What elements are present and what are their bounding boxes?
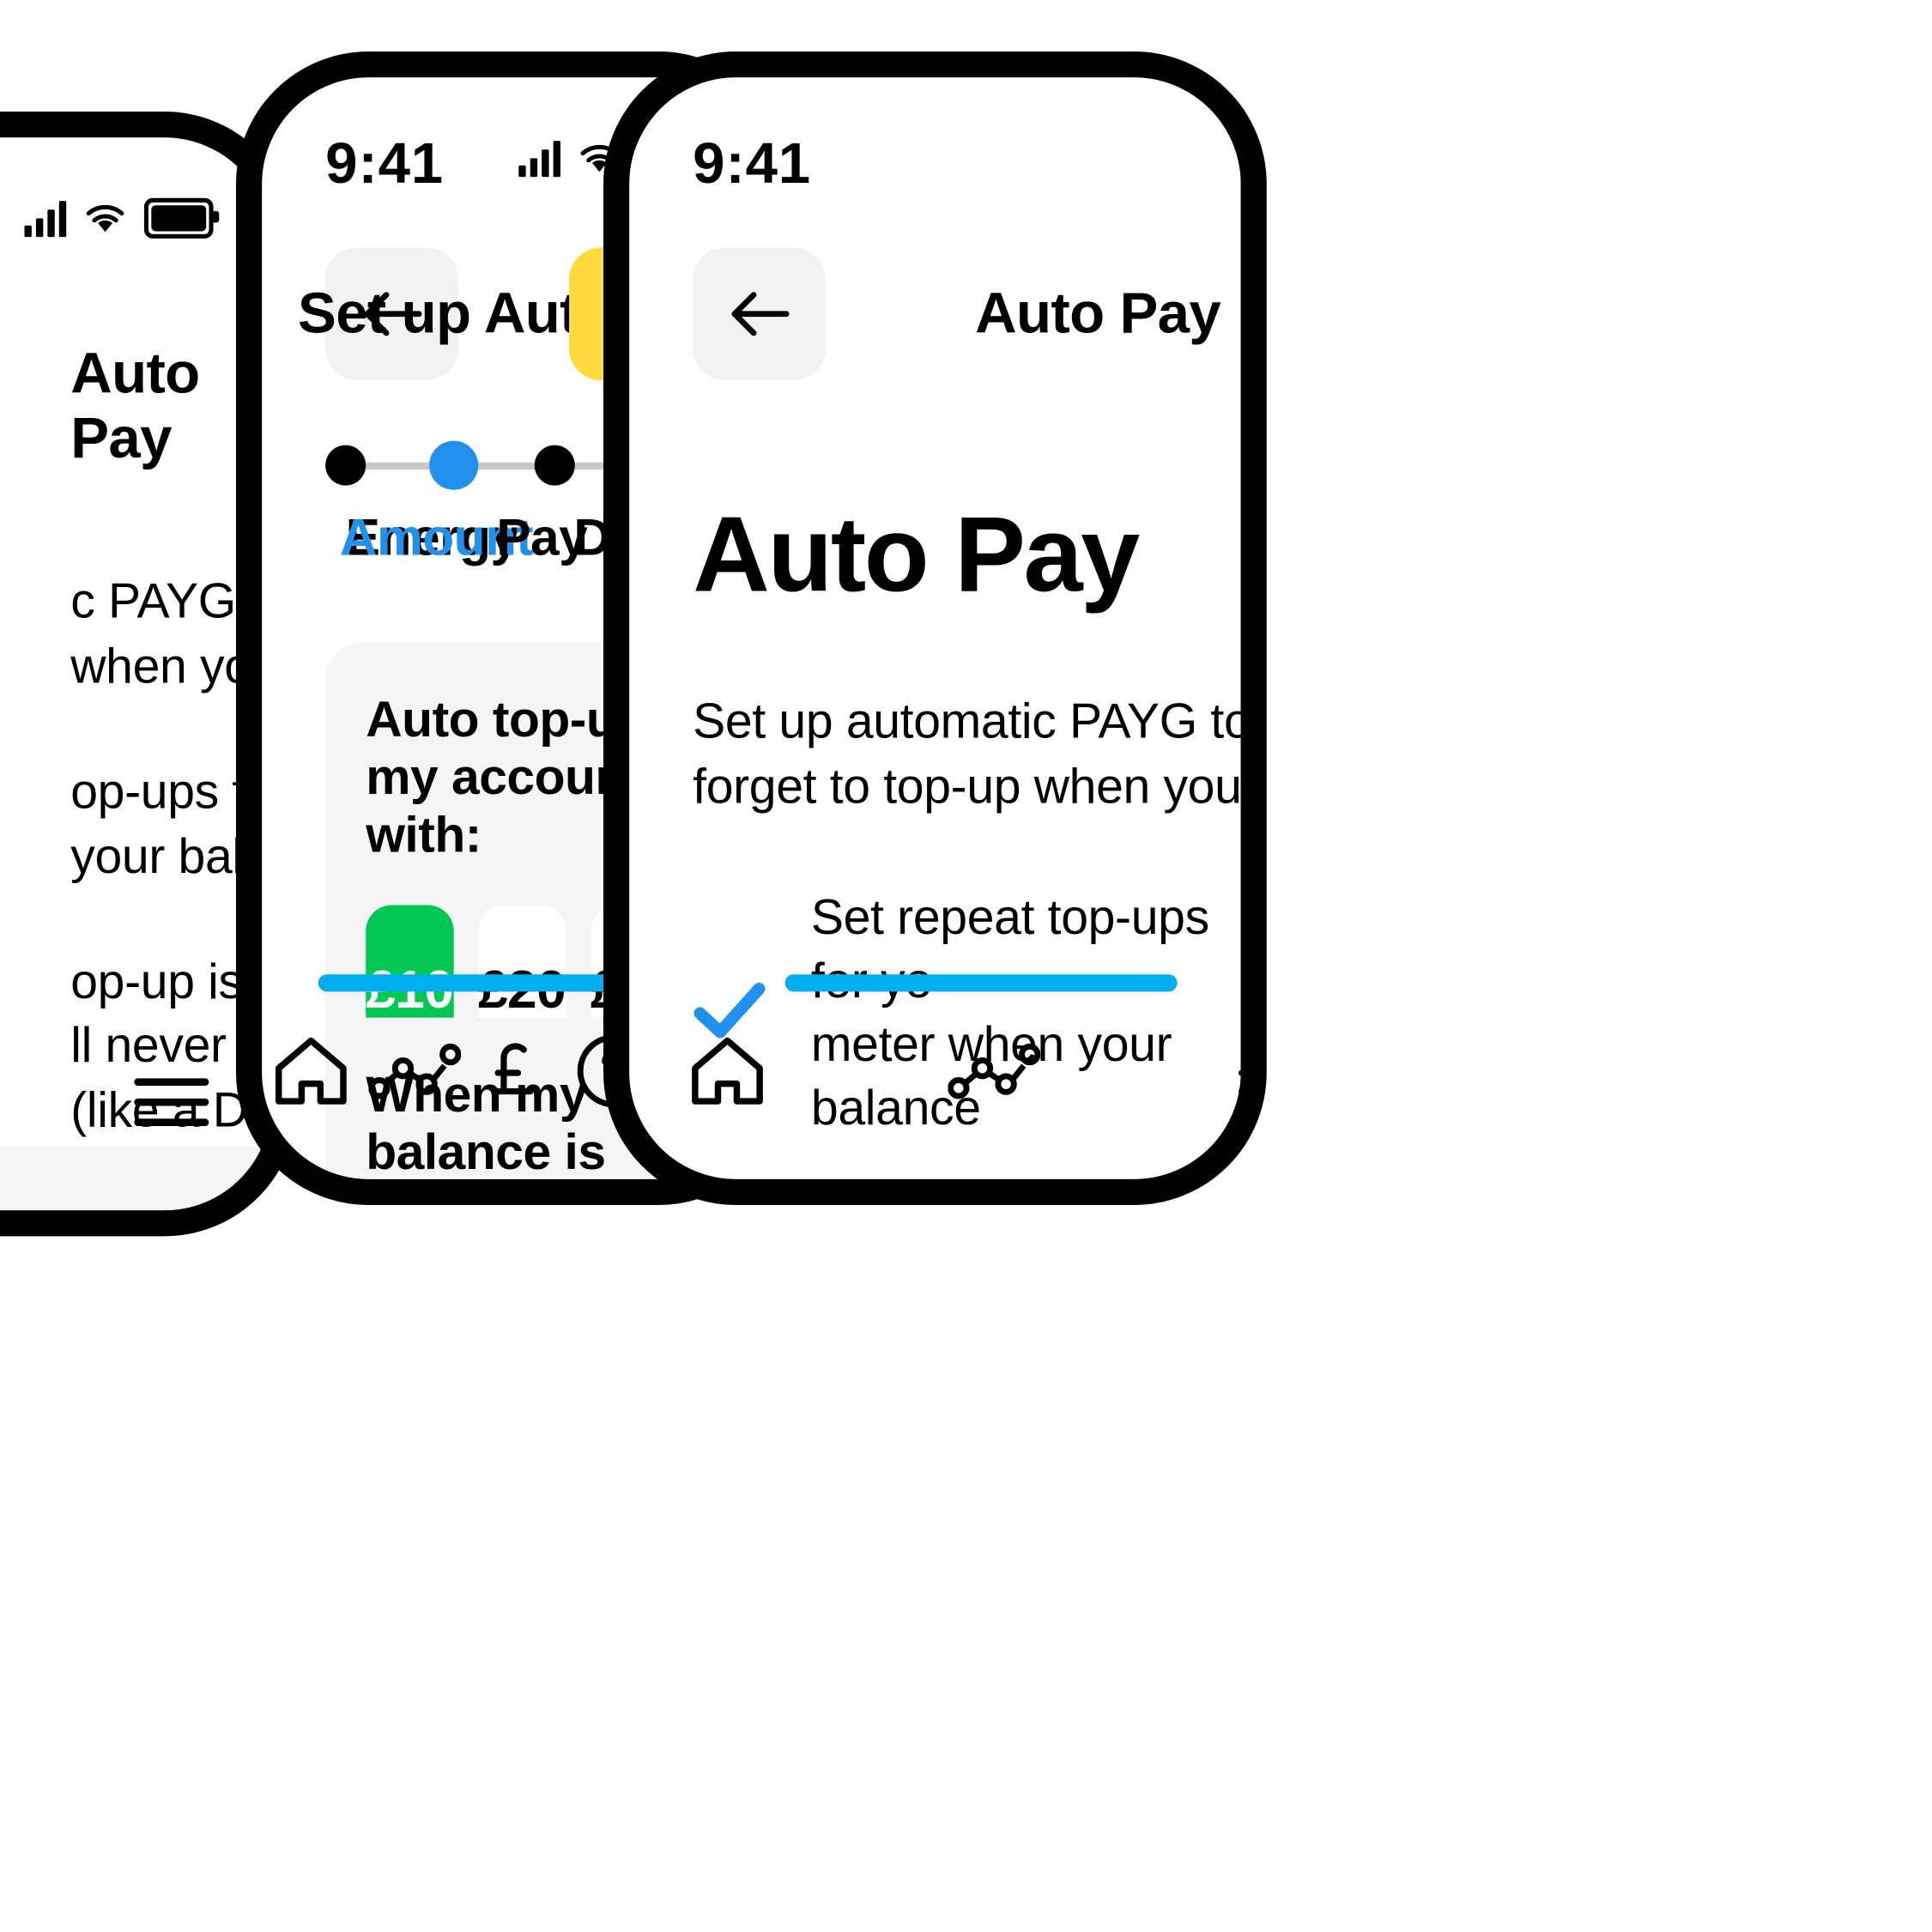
wifi-icon [83, 201, 126, 235]
tab-home-middle[interactable] [270, 1033, 351, 1108]
phone-right-screen: 9:41 Auto Pay Auto Pay Set up automatic … [629, 77, 1241, 1179]
nav-bar-left: Auto Pay [0, 307, 271, 471]
signal-icon [518, 139, 560, 178]
tab-pound-middle[interactable] [477, 1032, 555, 1110]
tab-menu-left[interactable] [130, 1072, 213, 1133]
status-time-right: 9:41 [693, 132, 812, 196]
right-intro-line-1: Set up automatic PAYG top-u [693, 694, 1240, 750]
status-time-middle: 9:41 [325, 132, 445, 196]
phone-right: 9:41 Auto Pay Auto Pay Set up automatic … [603, 51, 1267, 1205]
battery-icon [143, 197, 220, 239]
stepper-dot-amount[interactable] [428, 440, 478, 490]
stepper-dot-pay[interactable] [534, 445, 575, 486]
right-intro-line-2: forget to top-up when your b [693, 759, 1241, 815]
page-title-right: Auto Pay [975, 282, 1221, 346]
tab-home-right[interactable] [687, 1033, 767, 1108]
status-bar-right: 9:41 [629, 121, 1240, 208]
tab-bar-right [629, 963, 1241, 1179]
tab-pound-right[interactable] [1220, 1032, 1241, 1110]
nav-bar-right: Auto Pay [629, 247, 1240, 385]
signal-icon [24, 199, 67, 238]
phone-left-screen: Auto Pay c PAYG top-ups so you never whe… [0, 137, 271, 1211]
tab-usage-middle[interactable] [368, 1039, 461, 1103]
stepper-dot-energy[interactable] [325, 445, 366, 486]
tab-bar-left [0, 994, 271, 1210]
status-bar-left [0, 181, 271, 268]
tab-usage-right[interactable] [948, 1039, 1041, 1103]
auto-pay-heading: Auto Pay [693, 494, 1140, 615]
page-title-left: Auto Pay [70, 342, 200, 471]
status-icons-left [24, 197, 220, 239]
